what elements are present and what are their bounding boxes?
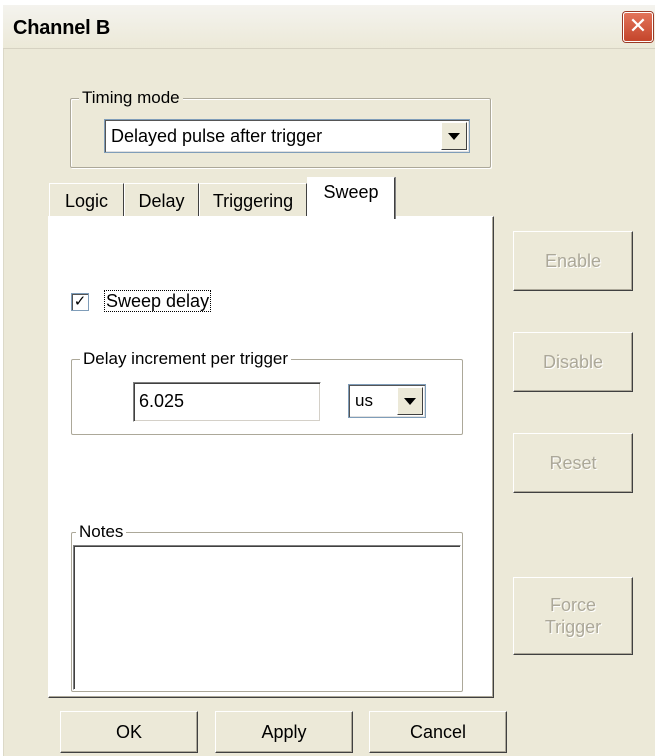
tab-sweep-label: Sweep	[323, 182, 379, 202]
dialog-window: Channel B ✕ Timing mode Delayed pulse af…	[0, 4, 655, 756]
delay-increment-value: 6.025	[139, 391, 185, 411]
reset-button-label: Reset	[549, 453, 597, 473]
notes-textarea[interactable]	[73, 545, 461, 690]
tab-triggering-label: Triggering	[212, 191, 294, 211]
timing-mode-legend: Timing mode	[79, 88, 183, 108]
delay-increment-legend: Delay increment per trigger	[80, 349, 292, 369]
tab-sweep[interactable]: Sweep	[307, 177, 395, 219]
sweep-delay-label[interactable]: Sweep delay	[103, 290, 212, 312]
timing-mode-dropdown-button[interactable]	[441, 122, 467, 150]
disable-button-label: Disable	[542, 352, 604, 372]
ok-button[interactable]: OK	[60, 711, 198, 753]
apply-button-label: Apply	[261, 722, 307, 742]
timing-mode-group: Timing mode Delayed pulse after trigger	[70, 88, 491, 168]
sweep-tab-panel: ✓ Sweep delay Delay increment per trigge…	[48, 216, 494, 698]
reset-button[interactable]: Reset	[513, 433, 633, 493]
chevron-down-icon	[404, 397, 416, 405]
check-icon: ✓	[73, 293, 87, 310]
force-trigger-label-line2: Trigger	[544, 617, 602, 637]
timing-mode-value: Delayed pulse after trigger	[111, 126, 323, 146]
tab-triggering[interactable]: Triggering	[199, 183, 307, 217]
enable-button[interactable]: Enable	[513, 231, 633, 291]
tab-logic[interactable]: Logic	[49, 183, 124, 217]
chevron-down-icon	[448, 132, 460, 140]
window-title: Channel B	[13, 17, 111, 39]
force-trigger-button[interactable]: Force Trigger	[513, 577, 633, 655]
tab-delay[interactable]: Delay	[124, 183, 199, 217]
tab-logic-label: Logic	[64, 191, 109, 211]
title-bar[interactable]: Channel B ✕	[3, 5, 655, 49]
unit-select[interactable]: us	[348, 384, 426, 418]
apply-button[interactable]: Apply	[215, 711, 353, 753]
timing-mode-select[interactable]: Delayed pulse after trigger	[104, 119, 470, 153]
enable-button-label: Enable	[544, 251, 602, 271]
unit-value: us	[355, 391, 373, 410]
force-trigger-label-line1: Force	[549, 595, 596, 615]
tab-delay-label: Delay	[138, 191, 185, 211]
disable-button[interactable]: Disable	[513, 332, 633, 392]
cancel-button-label: Cancel	[409, 722, 467, 742]
delay-increment-input[interactable]: 6.025	[133, 382, 321, 422]
close-icon: ✕	[628, 14, 648, 39]
cancel-button[interactable]: Cancel	[369, 711, 507, 753]
sweep-delay-checkbox[interactable]: ✓	[71, 293, 89, 311]
delay-increment-group: Delay increment per trigger 6.025 us	[71, 349, 463, 435]
notes-legend: Notes	[76, 522, 127, 542]
ok-button-label: OK	[115, 722, 142, 742]
close-button[interactable]: ✕	[623, 12, 653, 42]
unit-dropdown-button[interactable]	[397, 387, 423, 415]
notes-group: Notes	[71, 522, 463, 692]
